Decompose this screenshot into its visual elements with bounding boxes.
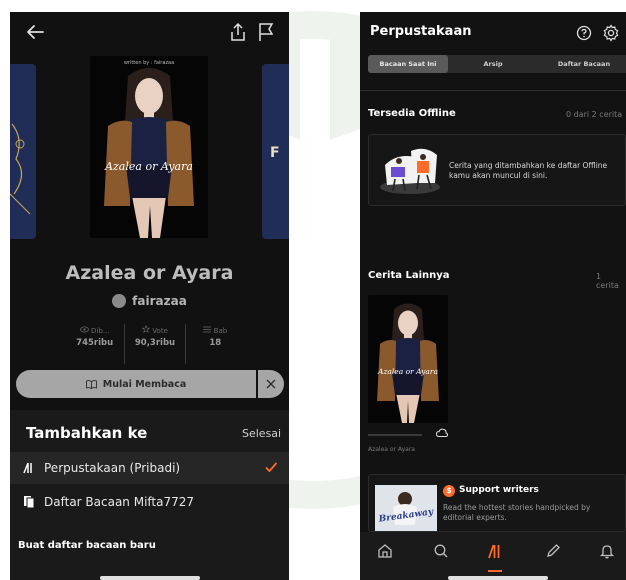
- offline-empty-message: Cerita yang ditambahkan ke daftar Offlin…: [449, 161, 608, 180]
- offline-count: 0 dari 2 cerita: [566, 110, 623, 119]
- reading-progress-bar: [368, 434, 422, 436]
- offline-section-title: Tersedia Offline: [368, 108, 456, 119]
- list-icon: [203, 326, 212, 333]
- add-to-sheet: Tambahkan ke Selesai Perpustakaan (Priba…: [10, 410, 289, 580]
- book-title: Azalea or Ayara: [65, 262, 234, 284]
- page-title: Perpustakaan: [370, 24, 472, 39]
- start-reading-label: Mulai Membaca: [102, 378, 187, 390]
- paid-stories-icon: $: [443, 485, 455, 497]
- author-name: fairazaa: [132, 294, 187, 308]
- stat-parts-value: 18: [209, 338, 222, 348]
- previous-cover[interactable]: [10, 64, 36, 239]
- notification-icon[interactable]: [598, 542, 616, 560]
- done-button[interactable]: Selesai: [242, 427, 281, 440]
- close-icon: [266, 379, 276, 389]
- sheet-item-label: Perpustakaan (Pribadi): [44, 461, 181, 475]
- start-reading-button[interactable]: Mulai Membaca: [16, 370, 256, 398]
- stat-reads-label: Dib...: [91, 327, 110, 335]
- library-tabs: Bacaan Saat Ini Arsip Daftar Bacaan: [368, 55, 626, 73]
- cover-illustration: [377, 303, 439, 423]
- offline-empty-card: Cerita yang ditambahkan ke daftar Offlin…: [368, 134, 626, 206]
- tab-current-reads[interactable]: Bacaan Saat Ini: [368, 55, 448, 73]
- next-cover-title-fragment: F: [270, 145, 280, 161]
- other-stories-count: 1 cerita: [596, 272, 619, 290]
- bottom-nav: [360, 532, 626, 580]
- offline-illustration: [380, 148, 440, 194]
- book-cover[interactable]: written by : fairazaa Azalea or Ayara: [90, 56, 208, 238]
- stat-reads: Dib... 745ribu: [65, 324, 126, 364]
- search-icon[interactable]: [432, 542, 450, 560]
- story-detail-screen: F written by : fairazaa Azalea or Ayara …: [10, 12, 289, 580]
- author-row[interactable]: fairazaa: [10, 292, 289, 310]
- cover-title: Azalea or Ayara: [105, 160, 193, 173]
- share-icon[interactable]: [228, 21, 248, 43]
- stat-votes: Vote 90,3ribu: [125, 324, 186, 364]
- write-icon[interactable]: [544, 542, 562, 560]
- gear-icon[interactable]: [602, 24, 620, 42]
- library-header: Perpustakaan: [360, 12, 626, 54]
- cover-ornament: [10, 123, 31, 215]
- nav-active-indicator: [488, 570, 502, 572]
- other-stories-title: Cerita Lainnya: [368, 270, 450, 281]
- story-stats: Dib... 745ribu Vote 90,3ribu Bab 18: [65, 324, 245, 364]
- tab-archive[interactable]: Arsip: [448, 55, 538, 73]
- stat-parts: Bab 18: [186, 324, 245, 364]
- sheet-item-library[interactable]: Perpustakaan (Pribadi): [10, 452, 289, 484]
- create-reading-list-button[interactable]: Buat daftar bacaan baru: [18, 540, 156, 551]
- library-icon[interactable]: [486, 542, 504, 560]
- support-writers-description: Read the hottest stories handpicked by e…: [443, 503, 591, 522]
- library-screen: Perpustakaan Bacaan Saat Ini Arsip Dafta…: [360, 12, 626, 580]
- stat-parts-label: Bab: [213, 327, 228, 335]
- report-flag-icon[interactable]: [256, 21, 276, 43]
- cover-title: Azalea or Ayara: [378, 367, 438, 376]
- help-icon[interactable]: [576, 25, 592, 41]
- support-writers-title: Support writers: [459, 485, 539, 495]
- cover-byline: written by : fairazaa: [123, 60, 175, 66]
- star-icon: [141, 324, 151, 333]
- top-bar: [10, 12, 289, 52]
- cover-illustration: [104, 68, 194, 238]
- screenshot-page: F written by : fairazaa Azalea or Ayara …: [0, 0, 626, 580]
- stat-votes-value: 90,3ribu: [134, 338, 176, 348]
- header-divider: [360, 90, 626, 91]
- next-cover[interactable]: F: [262, 64, 289, 239]
- back-arrow-icon[interactable]: [24, 21, 46, 43]
- library-book-title: Azalea or Ayara: [368, 446, 415, 453]
- sheet-item-reading-list[interactable]: Daftar Bacaan Mifta7727: [10, 486, 289, 518]
- sheet-heading: Tambahkan ke: [26, 424, 148, 442]
- home-indicator[interactable]: [100, 576, 200, 580]
- support-writers-image: Breakaway: [375, 485, 437, 531]
- stat-votes-label: Vote: [152, 327, 168, 335]
- checkmark-icon: [265, 462, 278, 473]
- eye-icon: [79, 326, 89, 333]
- book-open-icon: [85, 379, 97, 389]
- library-book-cover[interactable]: Azalea or Ayara: [368, 295, 448, 423]
- tab-reading-lists[interactable]: Daftar Bacaan: [538, 55, 626, 73]
- reading-list-icon: [24, 496, 35, 509]
- library-icon: [23, 462, 32, 474]
- sheet-item-label: Daftar Bacaan Mifta7727: [44, 495, 195, 509]
- home-icon[interactable]: [376, 542, 394, 560]
- close-reading-button[interactable]: [258, 370, 284, 398]
- author-avatar: [112, 294, 127, 308]
- offline-download-icon[interactable]: [436, 428, 448, 438]
- home-indicator[interactable]: [448, 576, 548, 580]
- support-writers-card[interactable]: Breakaway $ Support writers Read the hot…: [368, 474, 626, 532]
- stat-reads-value: 745ribu: [76, 338, 114, 348]
